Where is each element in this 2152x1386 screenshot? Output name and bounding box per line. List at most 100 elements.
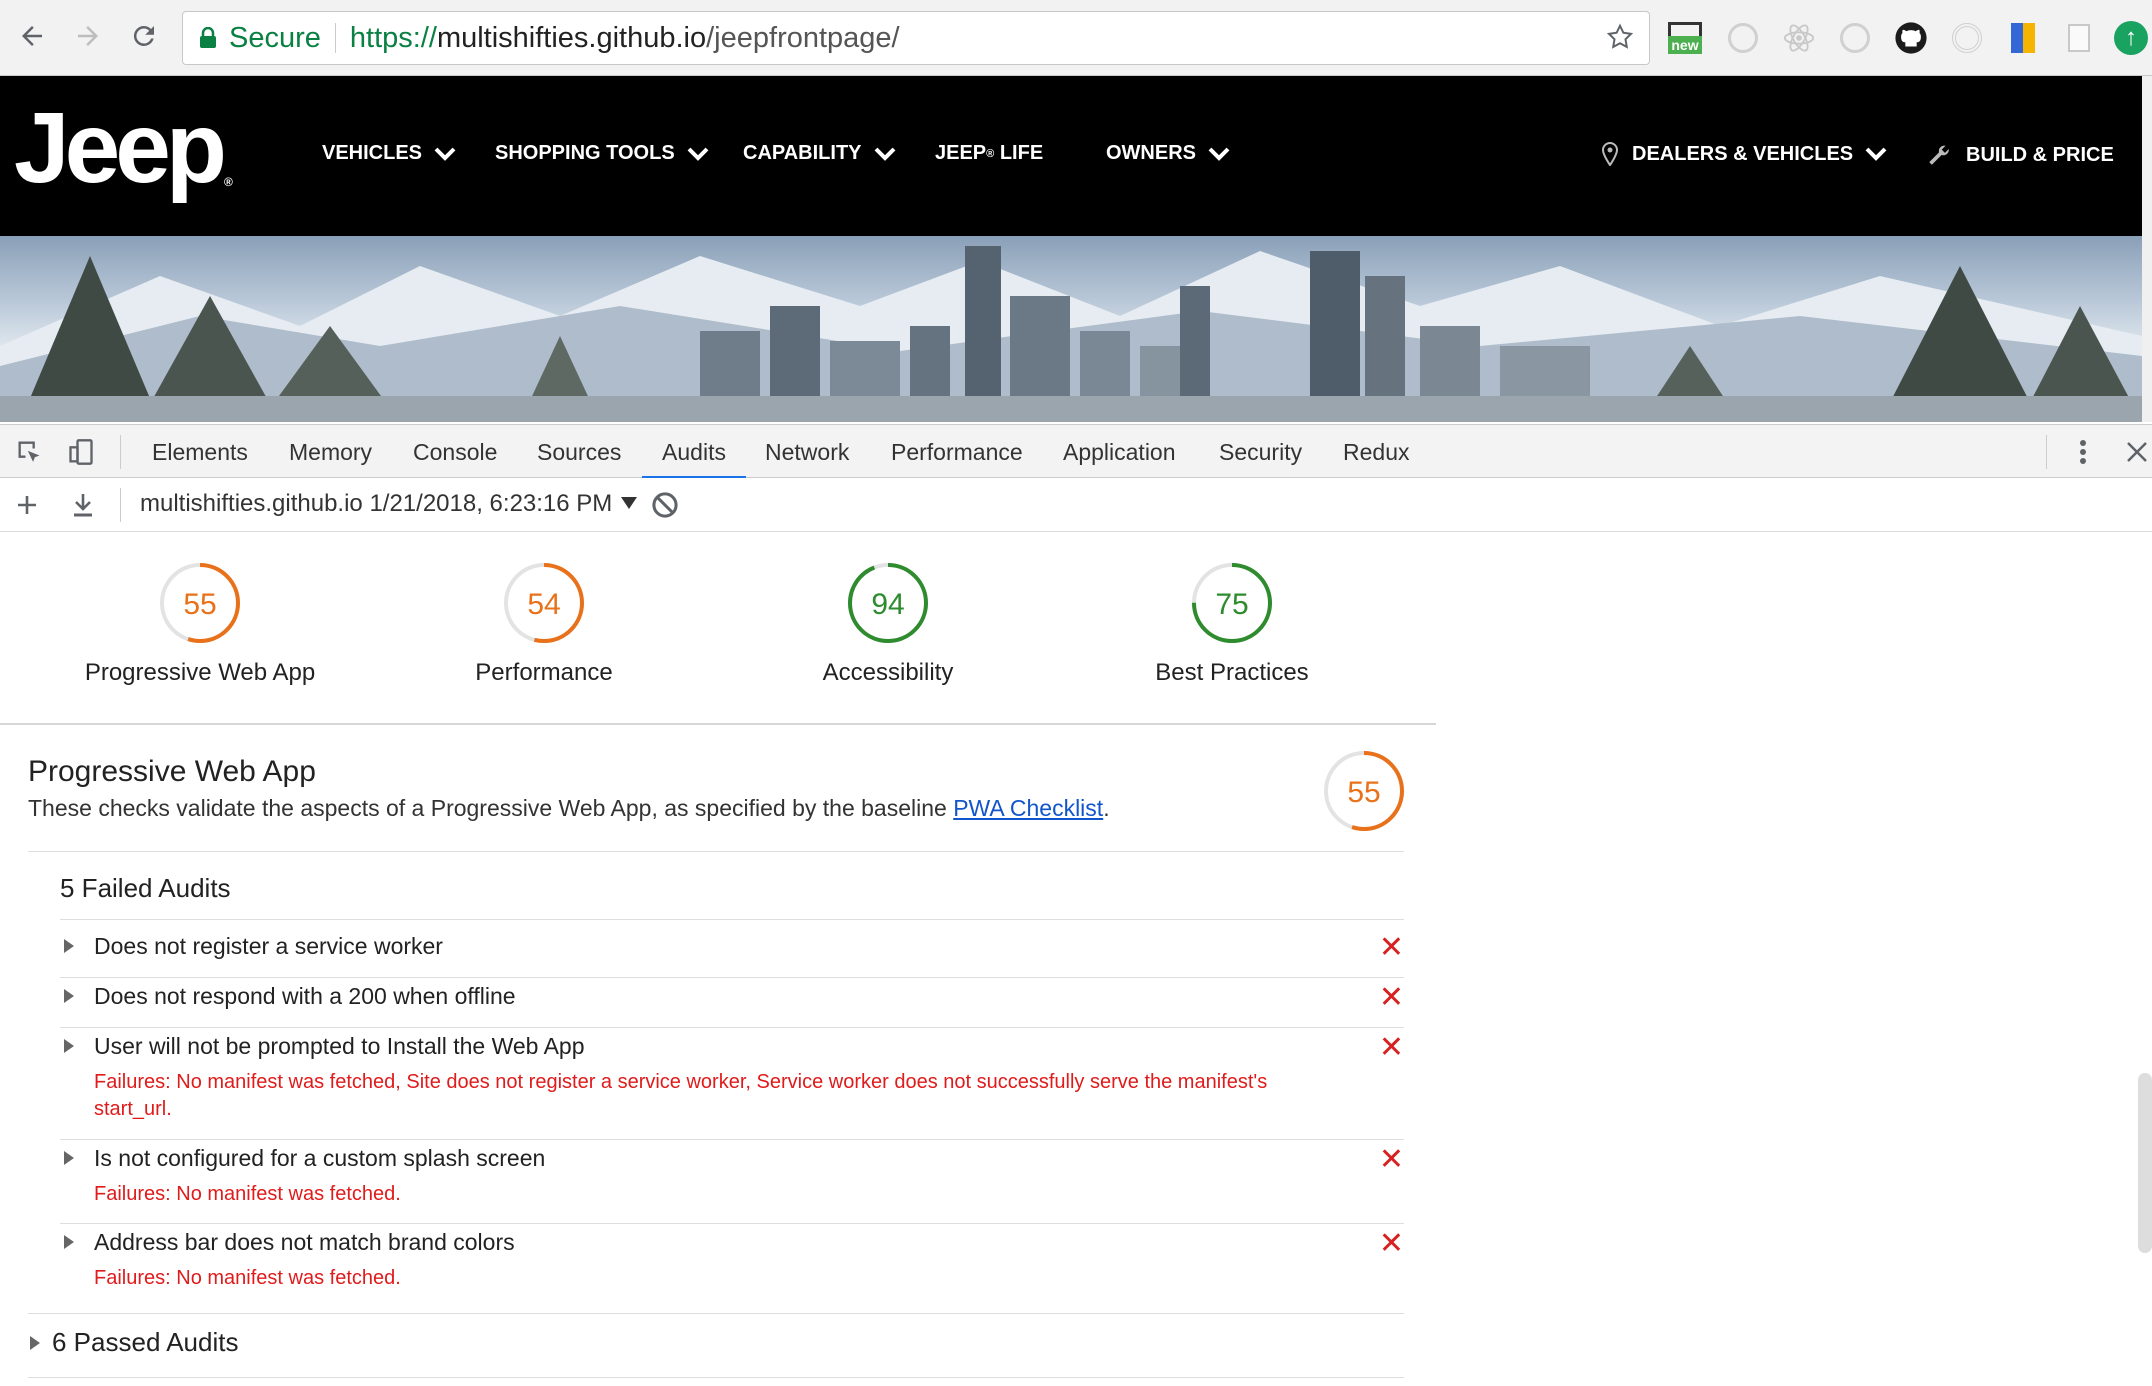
nav-vehicles-label: VEHICLES [322,142,423,164]
gauge-label: Performance [475,659,613,686]
tab-security[interactable]: Security [1219,425,1302,479]
forward-button[interactable] [66,14,110,58]
tab-console[interactable]: Console [413,425,497,479]
gauge-value: 54 [527,588,560,621]
page-scrollbar[interactable] [2142,76,2152,422]
passed-audits-toggle[interactable]: 6 Passed Audits [28,1327,238,1358]
bookmark-star-icon[interactable] [1605,22,1635,60]
pwa-section: Progressive Web App These checks validat… [28,751,1404,1378]
nav-dealers-vehicles[interactable]: DEALERS & VEHICLES [1602,142,1887,166]
tab-memory[interactable]: Memory [289,425,372,479]
gauge-ring: 54 [504,563,584,643]
expand-triangle-icon [64,939,74,953]
address-bar[interactable]: Secure https://multishifties.github.io/j… [182,11,1650,65]
nav-shopping-tools[interactable]: SHOPPING TOOLS [495,142,709,165]
audit-item[interactable]: User will not be prompted to Install the… [60,1029,1404,1123]
tab-redux[interactable]: Redux [1343,425,1409,479]
clear-all-icon[interactable] [650,490,680,520]
back-button[interactable] [10,14,54,58]
gauge-label: Accessibility [822,659,954,686]
gauge-value: 94 [871,588,904,621]
audit-title: Address bar does not match brand colors [94,1228,515,1255]
color-extension-icon[interactable] [2004,19,2042,57]
divider [60,1223,1404,1224]
jeep-site-header: Jeep ® VEHICLES SHOPPING TOOLS CAPABILITY… [0,76,2142,236]
tab-network[interactable]: Network [765,425,849,479]
lock-icon [200,27,216,48]
tab-application[interactable]: Application [1063,425,1176,479]
reload-button[interactable] [122,14,166,58]
score-gauge-performance[interactable]: 54 Performance [394,561,694,687]
chevron-down-icon [874,147,895,161]
reload-icon [133,25,154,46]
nav-vehicles[interactable]: VEHICLES [322,142,456,165]
inspect-element-icon[interactable] [14,437,44,467]
nav-dealers-label: DEALERS & VEHICLES [1632,142,1854,165]
report-selector[interactable]: multishifties.github.io 1/21/2018, 6:23:… [140,490,637,518]
secure-label: Secure [229,21,321,54]
score-gauge-pwa[interactable]: 55 Progressive Web App [50,561,350,687]
jeep-logo[interactable]: Jeep ® [14,98,233,198]
gauge-ring: 55 [160,563,240,643]
document-extension-icon[interactable] [2060,19,2098,57]
section-description-text: These checks validate the aspects of a P… [28,795,954,821]
expand-triangle-icon [64,1039,74,1053]
divider [60,1139,1404,1140]
section-title: Progressive Web App [28,755,316,788]
more-options-icon[interactable] [2068,437,2098,467]
close-devtools-icon[interactable] [2122,437,2152,467]
pwa-checklist-link[interactable]: PWA Checklist [953,795,1103,821]
tab-elements[interactable]: Elements [152,425,248,479]
back-arrow-icon [22,26,42,46]
expand-triangle-icon [64,1235,74,1249]
react-devtools-icon[interactable] [1780,19,1818,57]
failed-audits-title: 5 Failed Audits [60,873,231,903]
score-gauge-best-practices[interactable]: 75 Best Practices [1082,561,1382,687]
camera-extension-icon[interactable] [1948,19,1986,57]
chevron-down-icon [434,147,456,161]
tab-audits[interactable]: Audits [642,425,746,479]
nav-jeep-life[interactable]: JEEP ® LIFE [935,142,1043,165]
extension-new-badge: new [1668,36,1702,54]
new-audit-plus-icon[interactable] [12,490,42,520]
update-up-arrow-icon[interactable]: ↑ [2112,19,2150,57]
grey-circle-extension-icon[interactable] [1724,19,1762,57]
tab-performance[interactable]: Performance [891,425,1023,479]
nav-jeep-life-registered: ® [986,147,995,160]
nav-capability-label: CAPABILITY [743,142,862,164]
section-description-period: . [1103,795,1110,821]
url-host: multishifties.github.io [436,21,707,54]
download-report-icon[interactable] [68,490,98,520]
toolbar-separator [120,488,121,522]
expand-triangle-icon [64,1151,74,1165]
score-gauge-accessibility[interactable]: 94 Accessibility [738,561,1038,687]
audit-title: Does not respond with a 200 when offline [94,982,516,1009]
tab-sources[interactable]: Sources [537,425,621,479]
url-scheme: https:// [349,21,437,54]
divider [28,851,1404,852]
chevron-down-icon [1865,147,1887,161]
device-toolbar-icon[interactable] [66,437,96,467]
location-pin-icon [1602,142,1618,166]
audit-failure-text: Failures: No manifest was fetched. [94,1267,401,1289]
github-icon[interactable] [1892,19,1930,57]
audit-title: Is not configured for a custom splash sc… [94,1144,546,1171]
nav-build-price[interactable]: BUILD & PRICE [1926,142,2114,168]
audit-title: User will not be prompted to Install the… [94,1032,585,1059]
nav-owners[interactable]: OWNERS [1106,142,1230,165]
secure-indicator[interactable]: Secure [183,22,321,55]
gauge-ring: 55 [1324,751,1404,831]
report-scrollbar[interactable] [2138,1073,2152,1253]
audit-failure-text: Failures: No manifest was fetched. [94,1183,401,1205]
nav-capability[interactable]: CAPABILITY [743,142,896,165]
audit-item[interactable]: Is not configured for a custom splash sc… [60,1141,1404,1208]
grey-circle-extension-icon-2[interactable] [1836,19,1874,57]
audit-item[interactable]: Does not register a service worker ✕ [60,929,1404,963]
audit-item[interactable]: Address bar does not match brand colors … [60,1225,1404,1292]
hero-banner-image [0,236,2142,422]
url-path: /jeepfrontpage/ [706,21,900,54]
audit-item[interactable]: Does not respond with a 200 when offline… [60,979,1404,1013]
fail-x-icon: ✕ [1378,981,1404,1014]
jeep-logo-text: Jeep [14,92,227,204]
new-tab-extension-icon[interactable]: new [1666,19,1704,57]
